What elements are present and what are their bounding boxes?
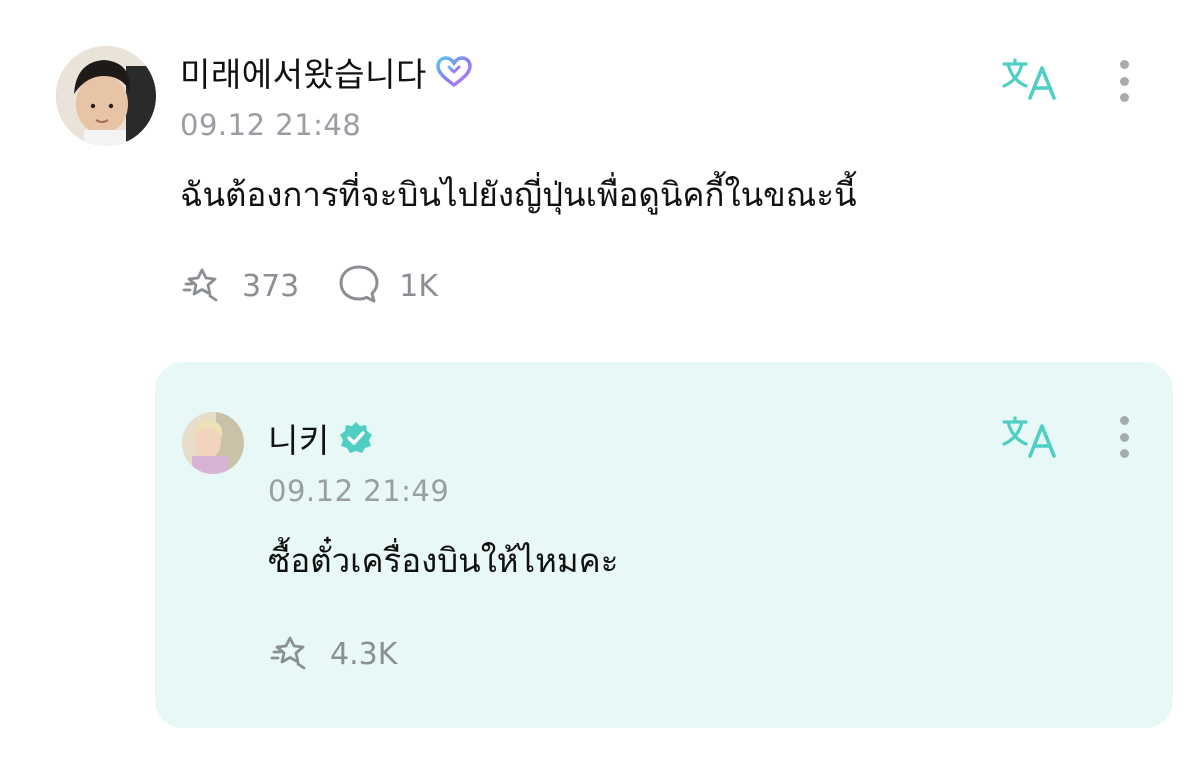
like-icon [180,264,224,308]
translate-button[interactable] [1000,414,1060,464]
author-name[interactable]: 미래에서왔습니다 [180,48,427,96]
like-button[interactable]: 373 [180,264,299,308]
like-button[interactable]: 4.3K [268,632,397,676]
more-vertical-icon [1119,416,1129,425]
comment-icon [337,263,381,309]
heart-badge-icon [435,56,473,88]
author-row: 니키 [268,416,374,460]
translate-icon [1000,416,1060,464]
author-row: 미래에서왔습니다 [180,50,473,94]
like-icon [268,632,312,676]
action-bar: 373 1K [180,262,476,310]
like-count: 4.3K [330,636,398,672]
author-name[interactable]: 니키 [268,414,330,462]
reply-card: 니키 09.12 21:49 ซื้อตั๋วเครื่องบินให้ไหมค… [155,362,1173,728]
timestamp: 09.12 21:49 [268,474,450,508]
avatar[interactable] [56,46,156,146]
comment-text: ซื้อตั๋วเครื่องบินให้ไหมคะ [268,541,619,580]
translate-button[interactable] [1000,56,1060,106]
more-options-button[interactable] [1114,416,1134,458]
comment-thread: 미래에서왔습니다 09.12 21:48 ฉันต้องการที่จะบินไ… [0,0,1200,766]
translate-icon [1000,58,1060,106]
comment-post: 미래에서왔습니다 09.12 21:48 ฉันต้องการที่จะบินไ… [0,0,1200,340]
more-options-button[interactable] [1114,60,1134,102]
like-count: 373 [242,268,300,304]
action-bar: 4.3K [268,630,435,678]
comment-text: ฉันต้องการที่จะบินไปยังญี่ปุ่นเพื่อดูนิค… [180,175,857,214]
comment-count: 1K [399,268,439,304]
avatar[interactable] [182,412,244,474]
more-vertical-icon [1119,60,1129,69]
comment-button[interactable]: 1K [337,263,438,309]
timestamp: 09.12 21:48 [180,108,362,142]
verified-badge-icon [338,420,374,456]
